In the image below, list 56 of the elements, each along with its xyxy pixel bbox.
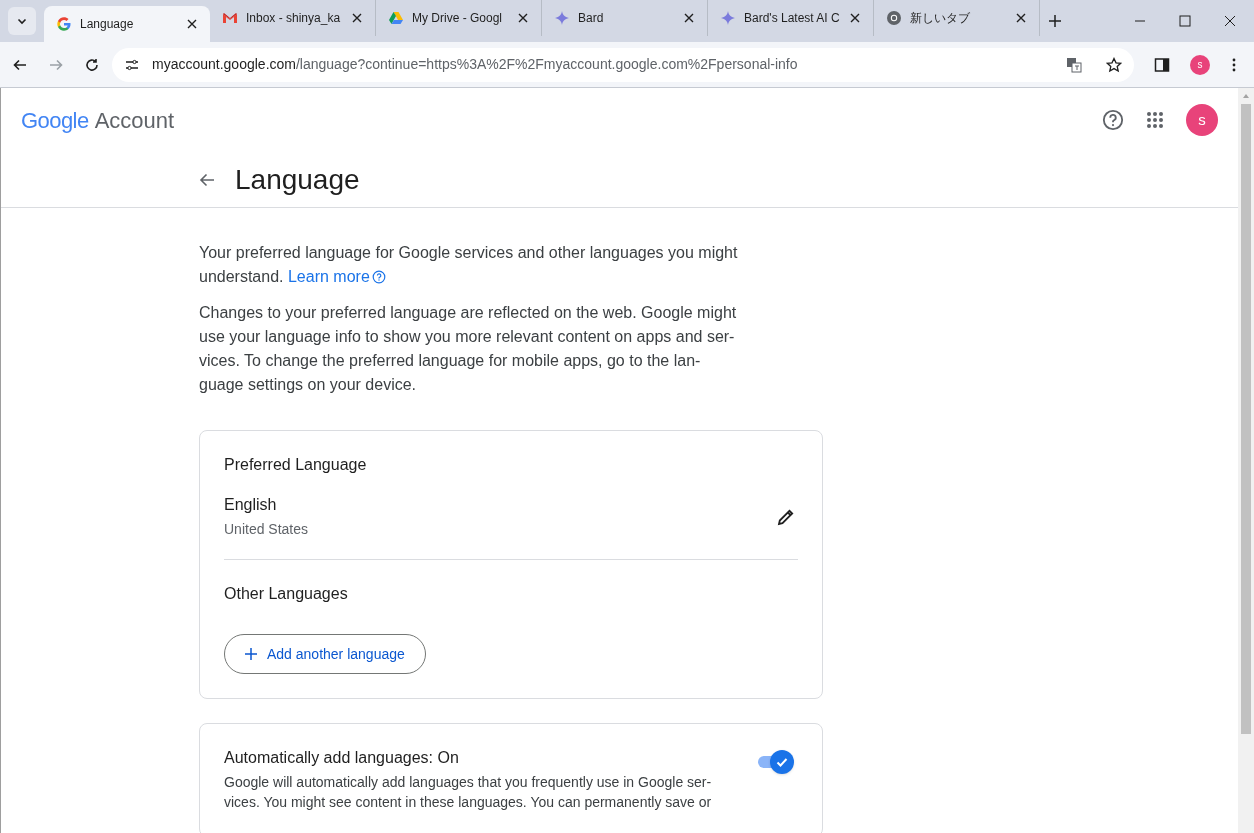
tab-title: Bard [578,10,605,27]
close-icon[interactable] [351,12,363,24]
close-icon[interactable] [849,12,861,24]
browser-tab[interactable]: Bard's Latest AI C [708,0,874,36]
scrollbar[interactable] [1238,88,1254,833]
reload-icon[interactable] [84,56,100,73]
browser-tab[interactable]: 新しいタブ [874,0,1040,36]
url-text: myaccount.google.com/language?continue=https%3A%2F%2Fmyaccount.google.com%2Fpersonal-info [152,55,799,74]
close-icon[interactable] [186,18,198,30]
translate-icon[interactable] [1066,56,1082,73]
section-heading: Preferred Language [224,455,368,475]
product-name: Account [94,106,175,135]
profile-avatar[interactable]: s [1190,54,1210,75]
plus-icon [245,648,257,660]
browser-tab[interactable]: Inbox - shinya_ka [210,0,376,36]
browser-tab[interactable]: My Drive - Googl [376,0,542,36]
page-title: Language [235,165,360,194]
globe-icon [886,10,902,26]
browser-tab[interactable]: Bard [542,0,708,36]
tab-title: 新しいタブ [910,10,971,27]
language-note: Changes to your preferred language are reflected on the web. Google might use your language info to show you more relevant content on apps and ser- vices. To change the preferred language for mobile apps, go to the lan- guage settings on your device. [199,303,738,395]
help-small-icon [371,270,386,284]
tab-title: Language [80,16,135,33]
setting-title: Automatically add languages: On [224,748,460,768]
close-window-icon[interactable] [1224,15,1236,27]
auto-add-toggle[interactable] [758,750,794,774]
intro-paragraph: Your preferred language for Google services and other languages you might understand. Learn more [199,241,759,289]
language-name: English [224,495,278,515]
section-heading: Other Languages [224,584,349,604]
address-bar[interactable]: myaccount.google.com/language?continue=https%3A%2F%2Fmyaccount.google.com%2Fpersonal-info [112,47,1134,82]
close-icon[interactable] [517,12,529,24]
apps-grid-icon[interactable] [1146,111,1164,129]
close-icon[interactable] [1015,12,1027,24]
account-avatar[interactable]: s [1186,104,1218,136]
tab-title: Inbox - shinya_ka [246,10,342,27]
triangle-icon [388,10,404,26]
browser-tab[interactable]: Language [44,6,210,42]
edit-pencil-icon[interactable] [776,507,796,527]
tab-title: Bard's Latest AI C [744,10,841,27]
google-icon [56,16,72,32]
help-icon[interactable] [1102,109,1124,131]
setting-description: Google will automatically add languages that you frequently use in Google ser- vices. You might see content in these languages. You can permanently save or [224,773,713,812]
star-icon[interactable] [1106,56,1122,73]
sparkle-icon [720,10,736,26]
new-tab-icon[interactable] [1048,14,1062,28]
maximize-icon[interactable] [1179,15,1191,27]
sparkle-icon [554,10,570,26]
envelope-icon [222,10,238,26]
language-region: United States [224,520,310,539]
back-arrow-icon[interactable] [199,171,215,188]
tab-list-button[interactable] [8,7,36,35]
google-logo[interactable]: Google [21,103,89,137]
tab-title: My Drive - Googl [412,10,504,27]
learn-more-link[interactable]: Learn more [287,265,386,289]
close-icon[interactable] [683,12,695,24]
side-panel-icon[interactable] [1154,56,1170,73]
